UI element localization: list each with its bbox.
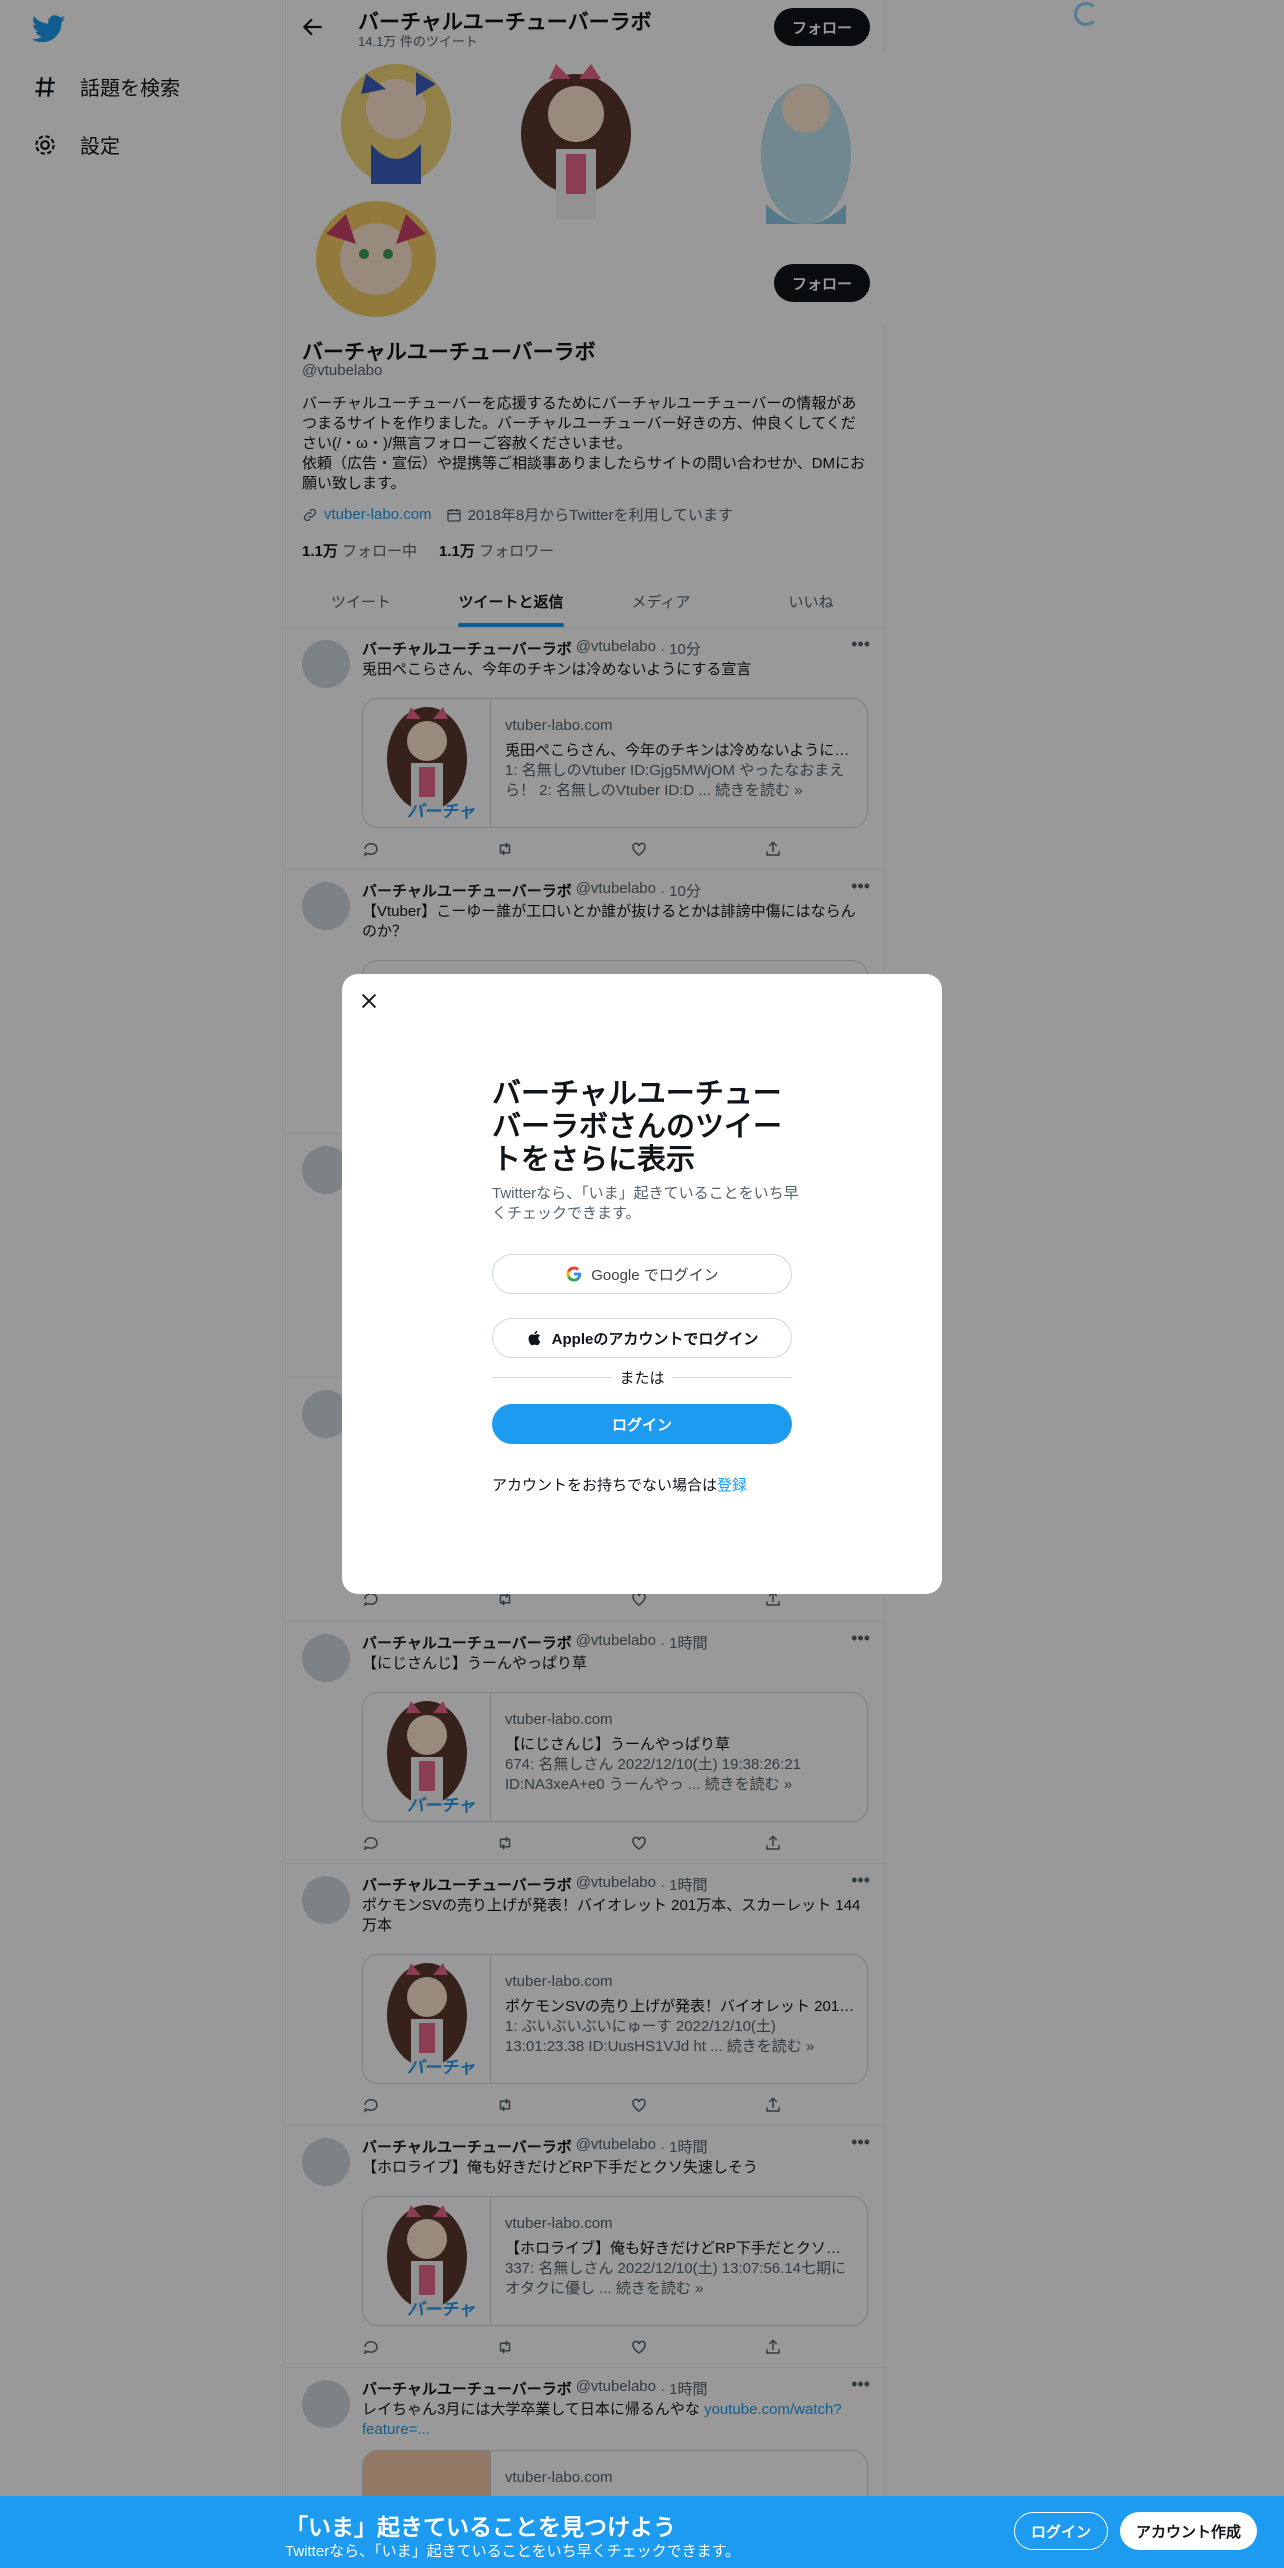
bottom-login-button[interactable]: ログイン	[1014, 2512, 1109, 2550]
google-login-button[interactable]: Google でログイン	[492, 1254, 792, 1294]
or-divider: または	[492, 1367, 793, 1388]
apple-icon	[528, 1330, 540, 1346]
bottom-bar-title: 「いま」起きていることを見つけよう	[285, 2514, 676, 2540]
signup-link[interactable]: 登録	[717, 1477, 747, 1494]
apple-login-button[interactable]: Appleのアカウントでログイン	[492, 1318, 792, 1358]
signup-prompt-text: アカウントをお持ちでない場合は	[492, 1477, 718, 1494]
bottom-bar-subtitle: Twitterなら、「いま」起きていることをいち早くチェックできます。	[285, 2543, 741, 2560]
apple-login-label: Appleのアカウントでログイン	[551, 1330, 759, 1348]
or-label: または	[619, 1370, 665, 1387]
modal-subtitle: Twitterなら、「いま」起きていることをいち早くチェックできます。	[492, 1185, 799, 1222]
signup-prompt: アカウントをお持ちでない場合は登録	[492, 1474, 747, 1495]
modal-title: バーチャルユーチューバーラボさんのツイートをさらに表示	[492, 1078, 783, 1176]
close-icon[interactable]	[358, 990, 380, 1012]
bottom-signup-button[interactable]: アカウント作成	[1120, 2512, 1258, 2550]
login-modal: バーチャルユーチューバーラボさんのツイートをさらに表示 Twitterなら、「い…	[342, 974, 942, 1594]
google-icon	[566, 1266, 582, 1282]
login-button[interactable]: ログイン	[492, 1404, 792, 1444]
bottom-signup-bar: 「いま」起きていることを見つけよう Twitterなら、「いま」起きていることを…	[0, 2496, 1284, 2568]
google-login-label: Google でログイン	[591, 1266, 719, 1284]
